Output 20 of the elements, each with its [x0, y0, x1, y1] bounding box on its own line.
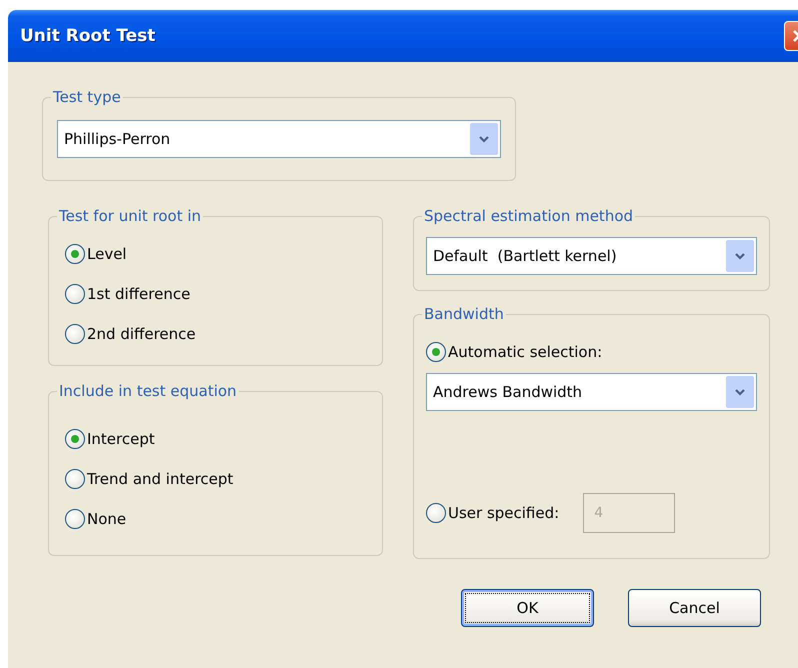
radio-option[interactable]: Trend and intercept: [65, 462, 382, 496]
radio-button[interactable]: [65, 469, 85, 489]
radio-button[interactable]: [65, 284, 85, 304]
radio-button[interactable]: [65, 509, 85, 529]
window-title: Unit Root Test: [20, 26, 156, 46]
radio-button[interactable]: [65, 324, 85, 344]
test-type-dropdown[interactable]: Phillips-Perron: [57, 120, 501, 158]
radio-option[interactable]: Intercept: [65, 422, 382, 456]
bandwidth-dropdown[interactable]: Andrews Bandwidth: [426, 373, 757, 411]
radio-button[interactable]: [65, 244, 85, 264]
cancel-button[interactable]: Cancel: [628, 589, 761, 627]
radio-option[interactable]: 1st difference: [65, 277, 382, 311]
radio-option[interactable]: 2nd difference: [65, 317, 382, 351]
radio-button[interactable]: [426, 342, 446, 362]
radio-option[interactable]: None: [65, 502, 382, 536]
radio-option[interactable]: Automatic selection:: [426, 335, 757, 369]
ok-button[interactable]: OK: [461, 589, 594, 627]
radio-option[interactable]: Level: [65, 237, 382, 271]
spectral-method-dropdown[interactable]: Default (Bartlett kernel): [426, 237, 757, 275]
radio-button[interactable]: [65, 429, 85, 449]
